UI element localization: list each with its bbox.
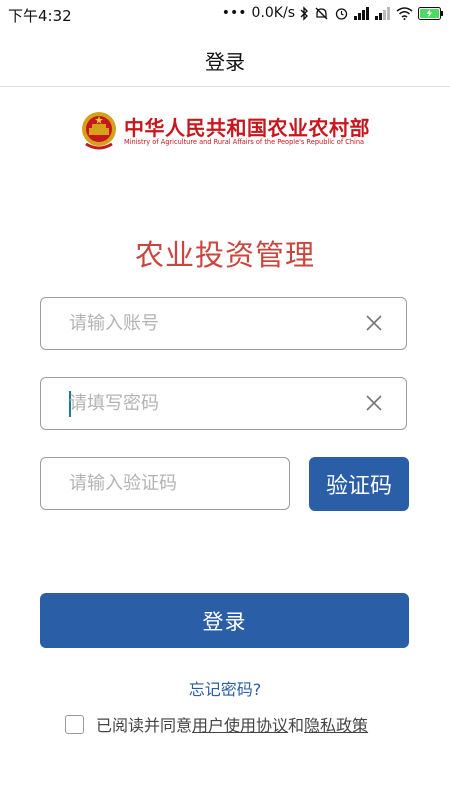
wifi-icon [396,6,413,20]
signal-hd-icon [375,6,390,20]
clear-password-icon[interactable] [364,393,384,413]
mute-icon [315,7,328,19]
alarm-icon [335,7,348,20]
agreement-checkbox[interactable] [65,714,84,734]
status-time: 下午4:32 [8,7,72,25]
bluetooth-icon [300,5,308,21]
captcha-field[interactable] [40,457,290,510]
more-dots-icon: ••• [221,5,247,21]
password-field[interactable] [40,377,407,430]
status-icons: ••• 0.0K/s [222,5,444,21]
agreement-and: 和 [288,716,305,735]
signal-icon [354,6,369,20]
captcha-input[interactable] [69,458,269,509]
agreement-row: 已阅读并同意 用户使用协议 和 隐私政策 [65,712,368,736]
org-name-en: Ministry of Agriculture and Rural Affair… [124,138,365,146]
privacy-policy-link[interactable]: 隐私政策 [304,712,368,736]
ministry-logo: 中华人民共和国农业农村部 Ministry of Agriculture and… [80,110,380,154]
account-field[interactable] [40,297,407,350]
get-captcha-button[interactable]: 验证码 [309,457,409,511]
nav-bar: 登录 [0,30,450,87]
account-input[interactable] [69,298,349,349]
page-title: 登录 [205,50,245,74]
org-name-cn: 中华人民共和国农业农村部 [124,116,370,140]
user-agreement-link[interactable]: 用户使用协议 [192,712,288,736]
battery-charging-icon [418,6,443,20]
clear-account-icon[interactable] [364,313,384,333]
agreement-prefix: 已阅读并同意 [96,716,193,735]
status-bar: 下午4:32 ••• 0.0K/s [0,0,450,30]
app-title: 农业投资管理 [134,238,315,272]
password-input[interactable] [69,378,349,429]
network-speed: 0.0K/s [251,5,295,21]
login-button[interactable]: 登录 [40,593,409,648]
forgot-password-link[interactable]: 忘记密码? [0,676,450,700]
national-emblem-icon [82,112,116,150]
